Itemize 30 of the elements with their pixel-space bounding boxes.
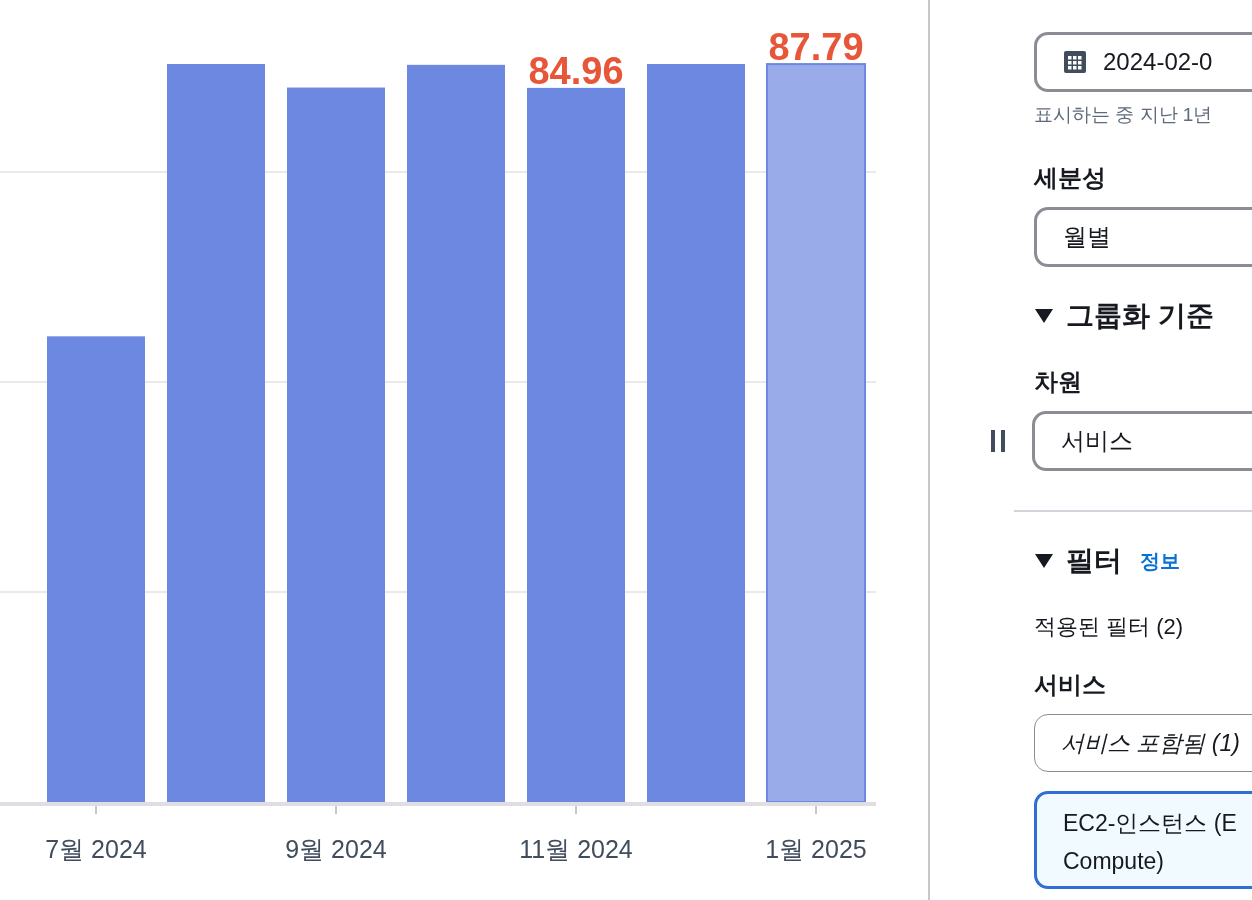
service-select[interactable]: 서비스 포함됨 (1)	[1034, 714, 1252, 772]
dimension-select[interactable]: 서비스	[1032, 411, 1252, 471]
bar[interactable]	[287, 87, 385, 802]
date-field[interactable]: 2024-02-0	[1034, 32, 1252, 92]
field-label: 차원	[1034, 367, 1082, 397]
filter-token[interactable]: EC2-인스턴스 (E Compute)	[1034, 791, 1252, 889]
bar[interactable]	[647, 64, 745, 802]
field-label: 서비스	[1034, 670, 1106, 700]
applied-filters-text: 적용된 필터 (2)	[1034, 613, 1184, 641]
bar[interactable]	[167, 64, 265, 802]
field-label: 세분성	[1034, 163, 1106, 193]
granularity-select[interactable]: 월별	[1034, 207, 1252, 267]
x-tick-label: 11월 2024	[519, 835, 633, 863]
info-link[interactable]: 정보	[1140, 547, 1180, 575]
bar[interactable]	[407, 64, 505, 802]
data-label: 87.79	[768, 26, 864, 69]
data-label: 84.96	[528, 49, 624, 92]
x-tick-label: 9월 2024	[285, 835, 387, 863]
section-heading: 필터	[1066, 544, 1122, 578]
section-heading: 그룹화 기준	[1066, 299, 1214, 333]
x-tick-label: 1월 2025	[765, 835, 867, 863]
bar[interactable]	[47, 336, 145, 802]
x-tick-label: 7월 2024	[45, 835, 147, 863]
calendar-icon	[1063, 50, 1087, 74]
drag-handle-icon[interactable]	[990, 430, 1006, 452]
caret-icon[interactable]	[1034, 553, 1054, 569]
bar[interactable]	[527, 87, 625, 802]
bar[interactable]	[766, 63, 866, 803]
hint-text: 표시하는 중 지난 1년	[1034, 103, 1213, 127]
caret-icon[interactable]	[1034, 308, 1054, 324]
